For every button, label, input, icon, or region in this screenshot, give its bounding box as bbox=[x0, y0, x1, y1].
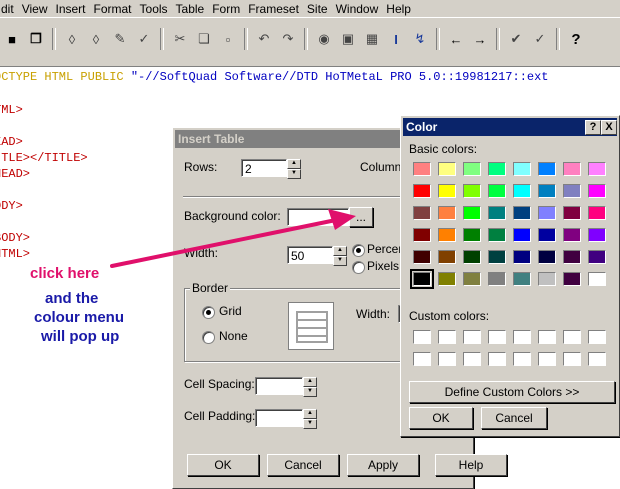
arrow-head bbox=[328, 209, 356, 230]
annotation-click-here: click here bbox=[30, 265, 100, 282]
annotation-arrow bbox=[110, 209, 356, 268]
annotation-line-2: and the bbox=[45, 290, 99, 307]
annotation-line-3: colour menu bbox=[34, 309, 125, 326]
annotation-line-4: will pop up bbox=[41, 328, 120, 345]
arrow-shaft bbox=[110, 218, 338, 268]
